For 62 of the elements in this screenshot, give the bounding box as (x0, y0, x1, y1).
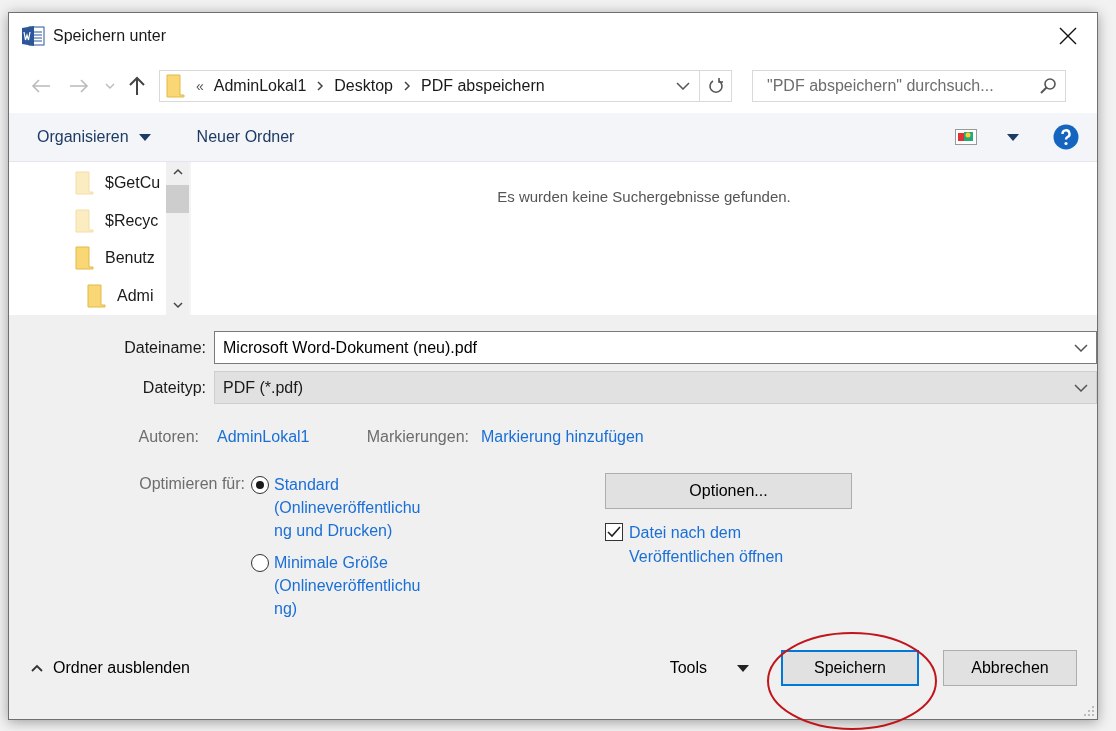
folder-tree-item[interactable]: Admi (9, 277, 166, 315)
chevron-right-icon (403, 80, 411, 92)
folder-icon (75, 170, 95, 195)
metadata-label: Autoren: (137, 428, 199, 446)
scroll-down-icon (172, 302, 183, 309)
hide-folders-button[interactable]: Ordner ausblenden (31, 659, 190, 677)
search-field[interactable]: "PDF abspeichern" durchsuch... (752, 70, 1066, 102)
checkbox[interactable] (605, 523, 623, 541)
window-title: Speichern unter (53, 27, 167, 45)
refresh-icon (707, 77, 724, 95)
folder-icon (75, 208, 95, 233)
caret-down-icon (737, 664, 749, 672)
radio-label[interactable]: Standard (Onlineveröffentlichung und Drucken) (274, 473, 426, 542)
picture-icon (955, 129, 977, 145)
empty-results-message: Es wurden keine Suchergebnisse gefunden. (497, 188, 791, 207)
folder-tree-item[interactable]: Benutz (9, 239, 166, 278)
metadata-label: Markierungen: (365, 428, 469, 446)
view-options-button[interactable] (955, 129, 1019, 145)
radio-label[interactable]: Minimale Größe (Onlineveröffentlichung) (274, 551, 426, 620)
breadcrumb[interactable]: PDF abspeichern (421, 77, 545, 95)
chevron-up-icon (31, 664, 43, 672)
options-button[interactable]: Optionen... (605, 473, 852, 509)
folder-tree-item[interactable]: $Recyc (9, 201, 166, 240)
save-button[interactable]: Speichern (781, 650, 919, 686)
filename-input[interactable]: Microsoft Word-Dokument (neu).pdf (223, 338, 1074, 357)
metadata-link[interactable]: AdminLokal1 (217, 428, 342, 446)
checkbox-label[interactable]: Datei nach dem Veröffentlichen öffnen (629, 521, 829, 569)
chevron-down-icon (676, 82, 690, 90)
scroll-up-icon (172, 168, 183, 175)
metadata-link[interactable]: Markierung hinzufügen (481, 428, 701, 446)
overflow-marker[interactable]: « (196, 78, 204, 94)
folder-icon (75, 246, 95, 271)
folder-icon (166, 74, 186, 98)
radio-button[interactable] (251, 476, 269, 494)
up-button[interactable] (127, 76, 147, 96)
organize-menu-button[interactable]: Organisieren (37, 128, 151, 146)
address-bar[interactable]: « AdminLokal1 Desktop PDF abspeichern (159, 70, 732, 102)
caret-down-icon (138, 133, 151, 141)
cancel-button[interactable]: Abbrechen (943, 650, 1077, 686)
new-folder-button[interactable]: Neuer Ordner (196, 128, 295, 146)
folder-tree-item[interactable]: $GetCu (9, 164, 166, 202)
search-icon (1039, 77, 1057, 95)
chevron-down-icon (1074, 343, 1088, 352)
help-button[interactable] (1053, 124, 1079, 150)
field-label: Dateiname: (123, 338, 206, 357)
breadcrumb[interactable]: Desktop (334, 77, 393, 95)
resize-grip-icon (1084, 706, 1094, 716)
folder-icon (87, 284, 107, 309)
chevron-down-icon (1074, 383, 1088, 392)
caret-down-icon (1007, 133, 1019, 141)
filetype-dropdown[interactable]: PDF (*.pdf) (214, 371, 1097, 404)
tools-menu-button[interactable]: Tools (669, 659, 749, 677)
field-label: Dateityp: (141, 378, 206, 397)
radio-button[interactable] (251, 554, 269, 572)
scrollbar[interactable] (166, 162, 189, 315)
filename-combobox[interactable]: Microsoft Word-Dokument (neu).pdf (214, 331, 1097, 364)
scrollbar-thumb[interactable] (166, 184, 189, 213)
document-app-icon (21, 24, 45, 48)
close-icon (1059, 27, 1077, 45)
chevron-right-icon (316, 80, 325, 92)
breadcrumb[interactable]: AdminLokal1 (213, 77, 307, 95)
optimize-label: Optimieren für: (138, 475, 245, 494)
